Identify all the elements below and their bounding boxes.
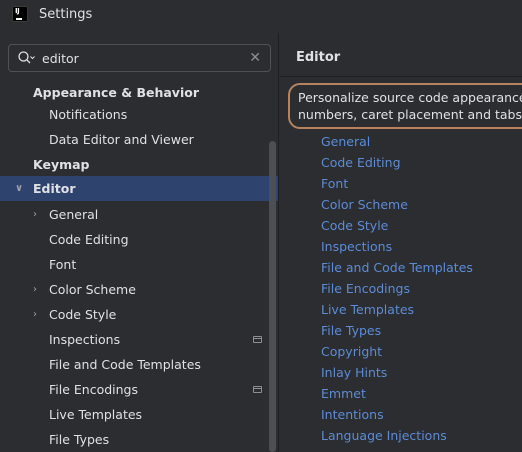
window-title: Settings [39,7,93,22]
sidebar-item-live-templates[interactable]: Live Templates [0,402,279,427]
search-field[interactable]: ✕ [8,44,271,72]
sidebar-item-label: Notifications [49,107,128,122]
sidebar-item-label: File Types [49,432,110,447]
search-input[interactable] [42,49,242,67]
link-file-encodings[interactable]: File Encodings [321,281,410,296]
sidebar-item-file-code-templates[interactable]: File and Code Templates [0,352,279,377]
chevron-right-icon[interactable]: › [33,202,37,227]
page-title: Editor [296,50,341,65]
sidebar-item-label: General [49,207,99,222]
sidebar-item-editor[interactable]: ∨ Editor [0,176,278,201]
chevron-down-icon[interactable]: ∨ [15,176,23,201]
sidebar-item-code-editing[interactable]: Code Editing [0,227,279,252]
link-code-editing[interactable]: Code Editing [321,155,401,170]
close-icon[interactable]: ✕ [249,49,261,67]
link-general[interactable]: General [321,134,370,149]
sidebar-item-label: Code Editing [49,232,129,247]
sidebar-item-label: File and Code Templates [49,357,201,372]
settings-content: Editor Personalize source code appearanc… [280,33,522,452]
chevron-right-icon[interactable]: › [33,277,37,302]
sidebar-item-general[interactable]: › General [0,202,279,227]
window-badge-icon [253,386,262,393]
sidebar-item-color-scheme[interactable]: › Color Scheme [0,277,279,302]
link-copyright[interactable]: Copyright [321,344,382,359]
link-color-scheme[interactable]: Color Scheme [321,197,408,212]
sidebar-item-label: Live Templates [49,407,143,422]
chevron-right-icon[interactable]: › [33,302,37,327]
sidebar-item-label: Inspections [49,332,121,347]
sidebar-item-label: Font [49,257,77,272]
title-bar: IJ Settings [0,0,522,32]
sidebar-item-inspections[interactable]: Inspections [0,327,279,352]
sidebar-item-label: File Encodings [49,382,139,397]
sidebar-item-file-encodings[interactable]: File Encodings [0,377,279,402]
search-icon[interactable] [17,50,35,66]
settings-sidebar: ✕ Appearance & Behavior Notifications Da… [0,33,279,452]
link-language-injections[interactable]: Language Injections [321,428,447,443]
link-inlay-hints[interactable]: Inlay Hints [321,365,387,380]
editor-description: Personalize source code appearance by ch… [288,83,522,129]
sidebar-item-label: Code Style [49,307,117,322]
sidebar-item-notifications[interactable]: Notifications [0,102,279,127]
window-badge-icon [253,336,262,343]
sidebar-item-font[interactable]: Font [0,252,279,277]
link-code-style[interactable]: Code Style [321,218,388,233]
intellij-logo-icon: IJ [12,6,28,22]
sidebar-item-data-editor-viewer[interactable]: Data Editor and Viewer [0,127,279,152]
link-file-types[interactable]: File Types [321,323,381,338]
sidebar-scrollbar[interactable] [269,141,276,452]
sidebar-item-code-style[interactable]: › Code Style [0,302,279,327]
link-font[interactable]: Font [321,176,348,191]
content-header: Editor [280,33,522,77]
sidebar-item-label: Editor [33,181,76,196]
sidebar-item-label: Color Scheme [49,282,136,297]
link-emmet[interactable]: Emmet [321,386,366,401]
link-file-code-templates[interactable]: File and Code Templates [321,260,473,275]
sidebar-item-label: Data Editor and Viewer [49,132,194,147]
sidebar-item-file-types[interactable]: File Types [0,427,279,452]
link-inspections[interactable]: Inspections [321,239,392,254]
description-line: numbers, caret placement and tabs to sou [298,107,522,122]
link-intentions[interactable]: Intentions [321,407,384,422]
link-live-templates[interactable]: Live Templates [321,302,414,317]
description-line: Personalize source code appearance by ch [298,90,522,105]
sidebar-item-label: Keymap [33,157,90,172]
sidebar-item-keymap[interactable]: Keymap [0,152,279,177]
